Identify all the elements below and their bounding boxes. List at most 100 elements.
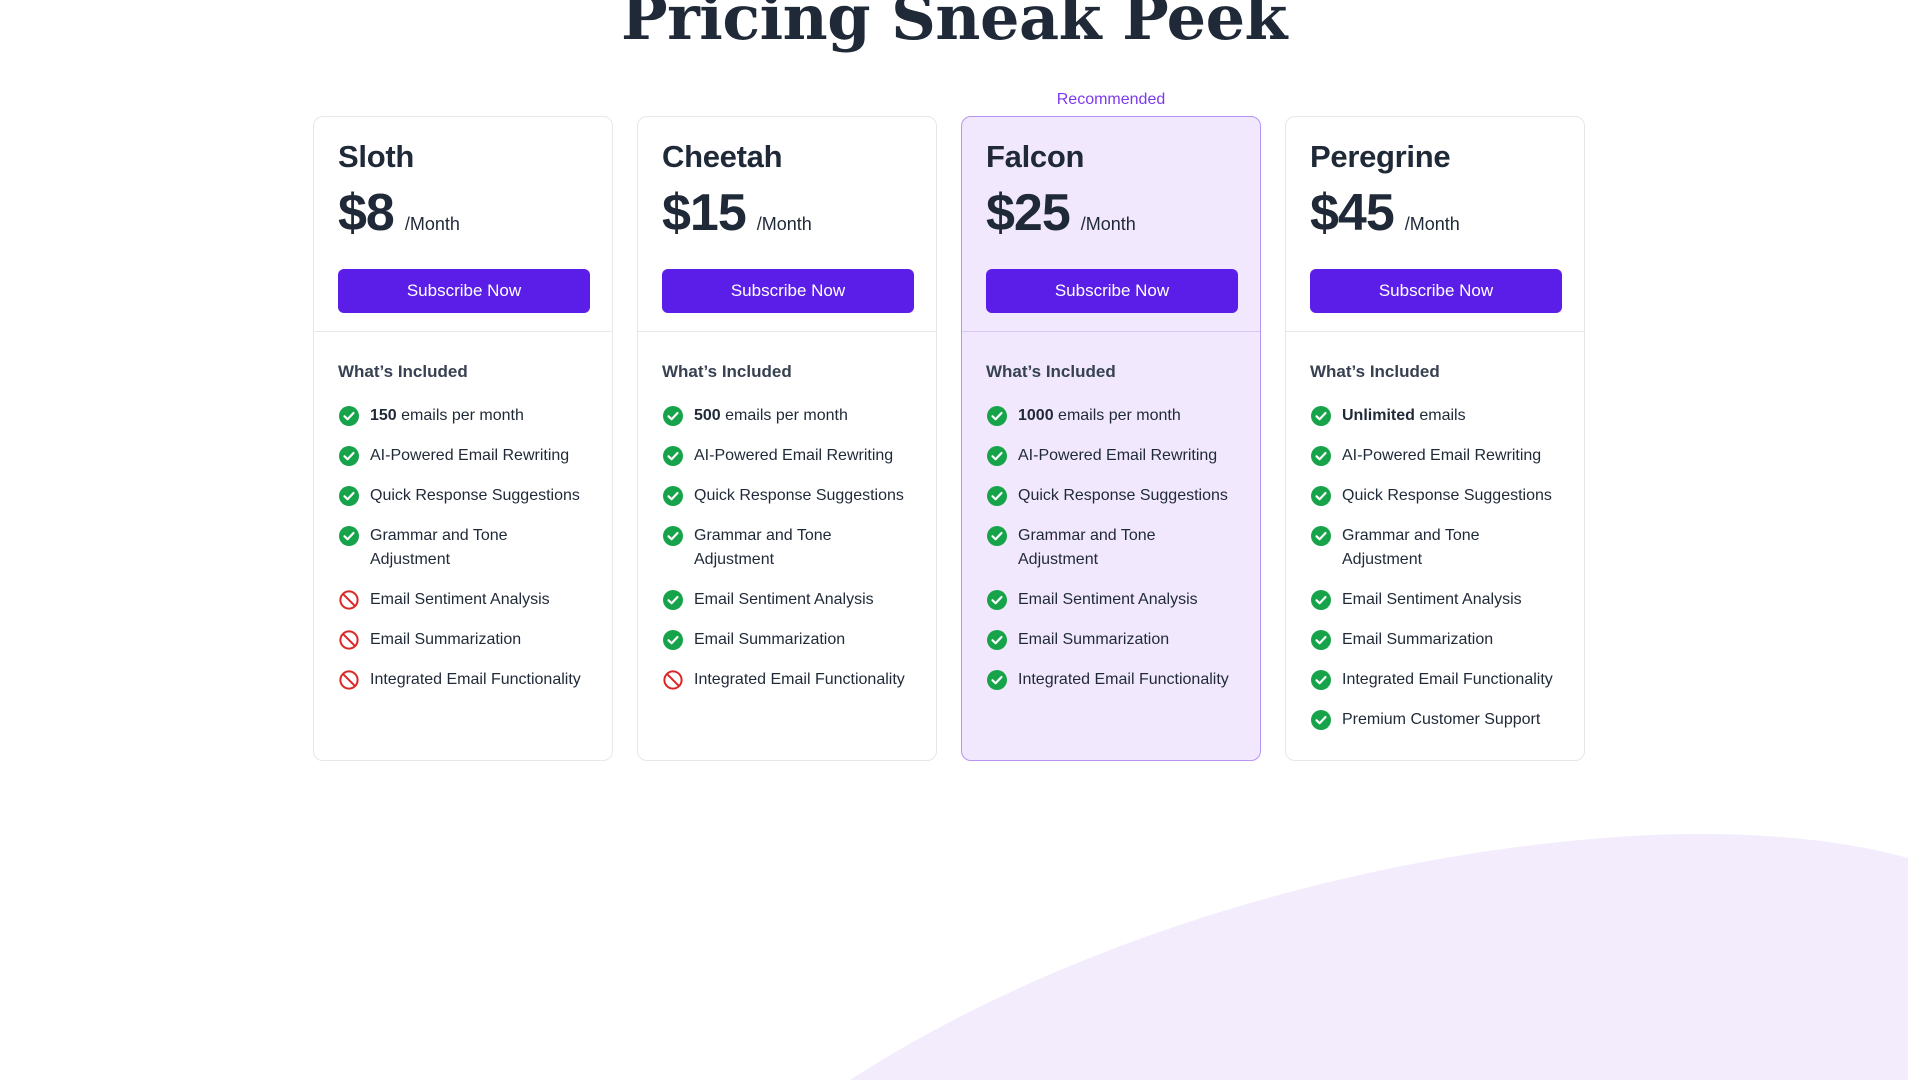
plan-card-sloth: Sloth $8/Month Subscribe Now What’s Include… — [313, 116, 613, 761]
feature-label: Email Summarization — [1018, 631, 1170, 648]
price-row: $25/Month — [986, 185, 1236, 249]
feature-item: Quick Response Suggestions — [662, 484, 912, 508]
feature-text: Email Summarization — [370, 628, 521, 652]
check-circle-icon — [1310, 525, 1332, 547]
subscribe-button-cheetah[interactable]: Subscribe Now — [662, 269, 914, 313]
check-circle-icon — [1310, 589, 1332, 611]
feature-label: Grammar and Tone Adjustment — [694, 527, 832, 568]
whats-included-heading: What’s Included — [1310, 362, 1440, 381]
feature-item: AI-Powered Email Rewriting — [662, 444, 912, 468]
subscribe-button-sloth[interactable]: Subscribe Now — [338, 269, 590, 313]
plan-price: $45 — [1310, 184, 1395, 242]
plan-body: What’s Included 150 emails per month AI-Po… — [314, 332, 612, 692]
plan-card-peregrine: Peregrine $45/Month Subscribe Now What’s In… — [1285, 116, 1585, 761]
whats-included-heading: What’s Included — [338, 362, 468, 381]
feature-item: Grammar and Tone Adjustment — [662, 524, 912, 572]
ban-icon — [662, 669, 684, 691]
check-circle-icon — [662, 629, 684, 651]
feature-item: Email Summarization — [338, 628, 588, 652]
feature-label: Grammar and Tone Adjustment — [1342, 527, 1480, 568]
feature-text: Grammar and Tone Adjustment — [1018, 524, 1236, 572]
price-row: $45/Month — [1310, 185, 1560, 249]
feature-text: AI-Powered Email Rewriting — [1018, 444, 1217, 468]
feature-label: AI-Powered Email Rewriting — [694, 447, 894, 464]
feature-item: Integrated Email Functionality — [338, 668, 588, 692]
plan-price: $25 — [986, 184, 1071, 242]
page-title: Pricing Sneak Peek — [621, 0, 1287, 54]
feature-highlight: 500 — [694, 407, 721, 424]
feature-label: Integrated Email Functionality — [1342, 671, 1553, 688]
plan-name: Sloth — [338, 139, 414, 174]
feature-highlight: Unlimited — [1342, 407, 1415, 424]
feature-label: Email Sentiment Analysis — [1018, 591, 1198, 608]
feature-item: Integrated Email Functionality — [986, 668, 1236, 692]
check-circle-icon — [986, 589, 1008, 611]
feature-text: Email Sentiment Analysis — [370, 588, 550, 612]
feature-text: Grammar and Tone Adjustment — [1342, 524, 1560, 572]
check-circle-icon — [1310, 629, 1332, 651]
feature-list: 150 emails per month AI-Powered Email Rew… — [338, 404, 588, 692]
feature-label: Integrated Email Functionality — [694, 671, 905, 688]
feature-highlight: 1000 — [1018, 407, 1054, 424]
check-circle-icon — [662, 525, 684, 547]
check-circle-icon — [1310, 709, 1332, 731]
feature-list: 1000 emails per month AI-Powered Email Re… — [986, 404, 1236, 692]
feature-text: Integrated Email Functionality — [1342, 668, 1553, 692]
feature-label: Email Sentiment Analysis — [694, 591, 874, 608]
feature-label: AI-Powered Email Rewriting — [370, 447, 570, 464]
feature-label: Grammar and Tone Adjustment — [1018, 527, 1156, 568]
price-period: /Month — [404, 214, 460, 234]
feature-highlight: 150 — [370, 407, 397, 424]
feature-text: Integrated Email Functionality — [1018, 668, 1229, 692]
plan-body: What’s Included 1000 emails per month AI-P… — [962, 332, 1260, 692]
plan-price: $8 — [338, 184, 395, 242]
plan-body: What’s Included Unlimited emails AI-Powere… — [1286, 332, 1584, 732]
feature-label: Premium Customer Support — [1342, 711, 1541, 728]
plan-body: What’s Included 500 emails per month AI-Po… — [638, 332, 936, 692]
feature-text: Email Summarization — [694, 628, 845, 652]
feature-item: AI-Powered Email Rewriting — [986, 444, 1236, 468]
plan-name: Cheetah — [662, 139, 783, 174]
check-circle-icon — [662, 485, 684, 507]
feature-item: Email Sentiment Analysis — [338, 588, 588, 612]
feature-item: Quick Response Suggestions — [338, 484, 588, 508]
plan-card-falcon: Recommended Falcon $25/Month Subscribe Now W… — [961, 91, 1261, 761]
feature-label: Quick Response Suggestions — [694, 487, 904, 504]
feature-text: 500 emails per month — [694, 404, 848, 428]
feature-item: Grammar and Tone Adjustment — [338, 524, 588, 572]
price-period: /Month — [1404, 214, 1460, 234]
feature-item: Email Summarization — [662, 628, 912, 652]
feature-text: Integrated Email Functionality — [370, 668, 581, 692]
plan-name: Falcon — [986, 139, 1085, 174]
check-circle-icon — [986, 485, 1008, 507]
feature-text: AI-Powered Email Rewriting — [694, 444, 893, 468]
price-period: /Month — [1080, 214, 1136, 234]
feature-text: Quick Response Suggestions — [1018, 484, 1228, 508]
feature-item: Quick Response Suggestions — [986, 484, 1236, 508]
plan-header: Sloth $8/Month Subscribe Now — [314, 117, 612, 332]
feature-label: Quick Response Suggestions — [370, 487, 580, 504]
feature-item: Integrated Email Functionality — [662, 668, 912, 692]
check-circle-icon — [986, 629, 1008, 651]
check-circle-icon — [1310, 485, 1332, 507]
feature-item: Grammar and Tone Adjustment — [986, 524, 1236, 572]
feature-text: AI-Powered Email Rewriting — [370, 444, 569, 468]
feature-item: 500 emails per month — [662, 404, 912, 428]
whats-included-heading: What’s Included — [986, 362, 1116, 381]
feature-text: 150 emails per month — [370, 404, 524, 428]
feature-text: Grammar and Tone Adjustment — [370, 524, 588, 572]
feature-item: Quick Response Suggestions — [1310, 484, 1560, 508]
plan-header: Cheetah $15/Month Subscribe Now — [638, 117, 936, 332]
feature-text: Premium Customer Support — [1342, 708, 1540, 732]
feature-item: AI-Powered Email Rewriting — [1310, 444, 1560, 468]
feature-label: AI-Powered Email Rewriting — [1342, 447, 1542, 464]
feature-item: Email Sentiment Analysis — [662, 588, 912, 612]
check-circle-icon — [1310, 405, 1332, 427]
feature-text: Quick Response Suggestions — [1342, 484, 1552, 508]
subscribe-button-peregrine[interactable]: Subscribe Now — [1310, 269, 1562, 313]
subscribe-button-falcon[interactable]: Subscribe Now — [986, 269, 1238, 313]
feature-text: Grammar and Tone Adjustment — [694, 524, 912, 572]
feature-label: Email Sentiment Analysis — [370, 591, 550, 608]
recommended-label: Recommended — [1056, 91, 1166, 108]
feature-label: Grammar and Tone Adjustment — [370, 527, 508, 568]
